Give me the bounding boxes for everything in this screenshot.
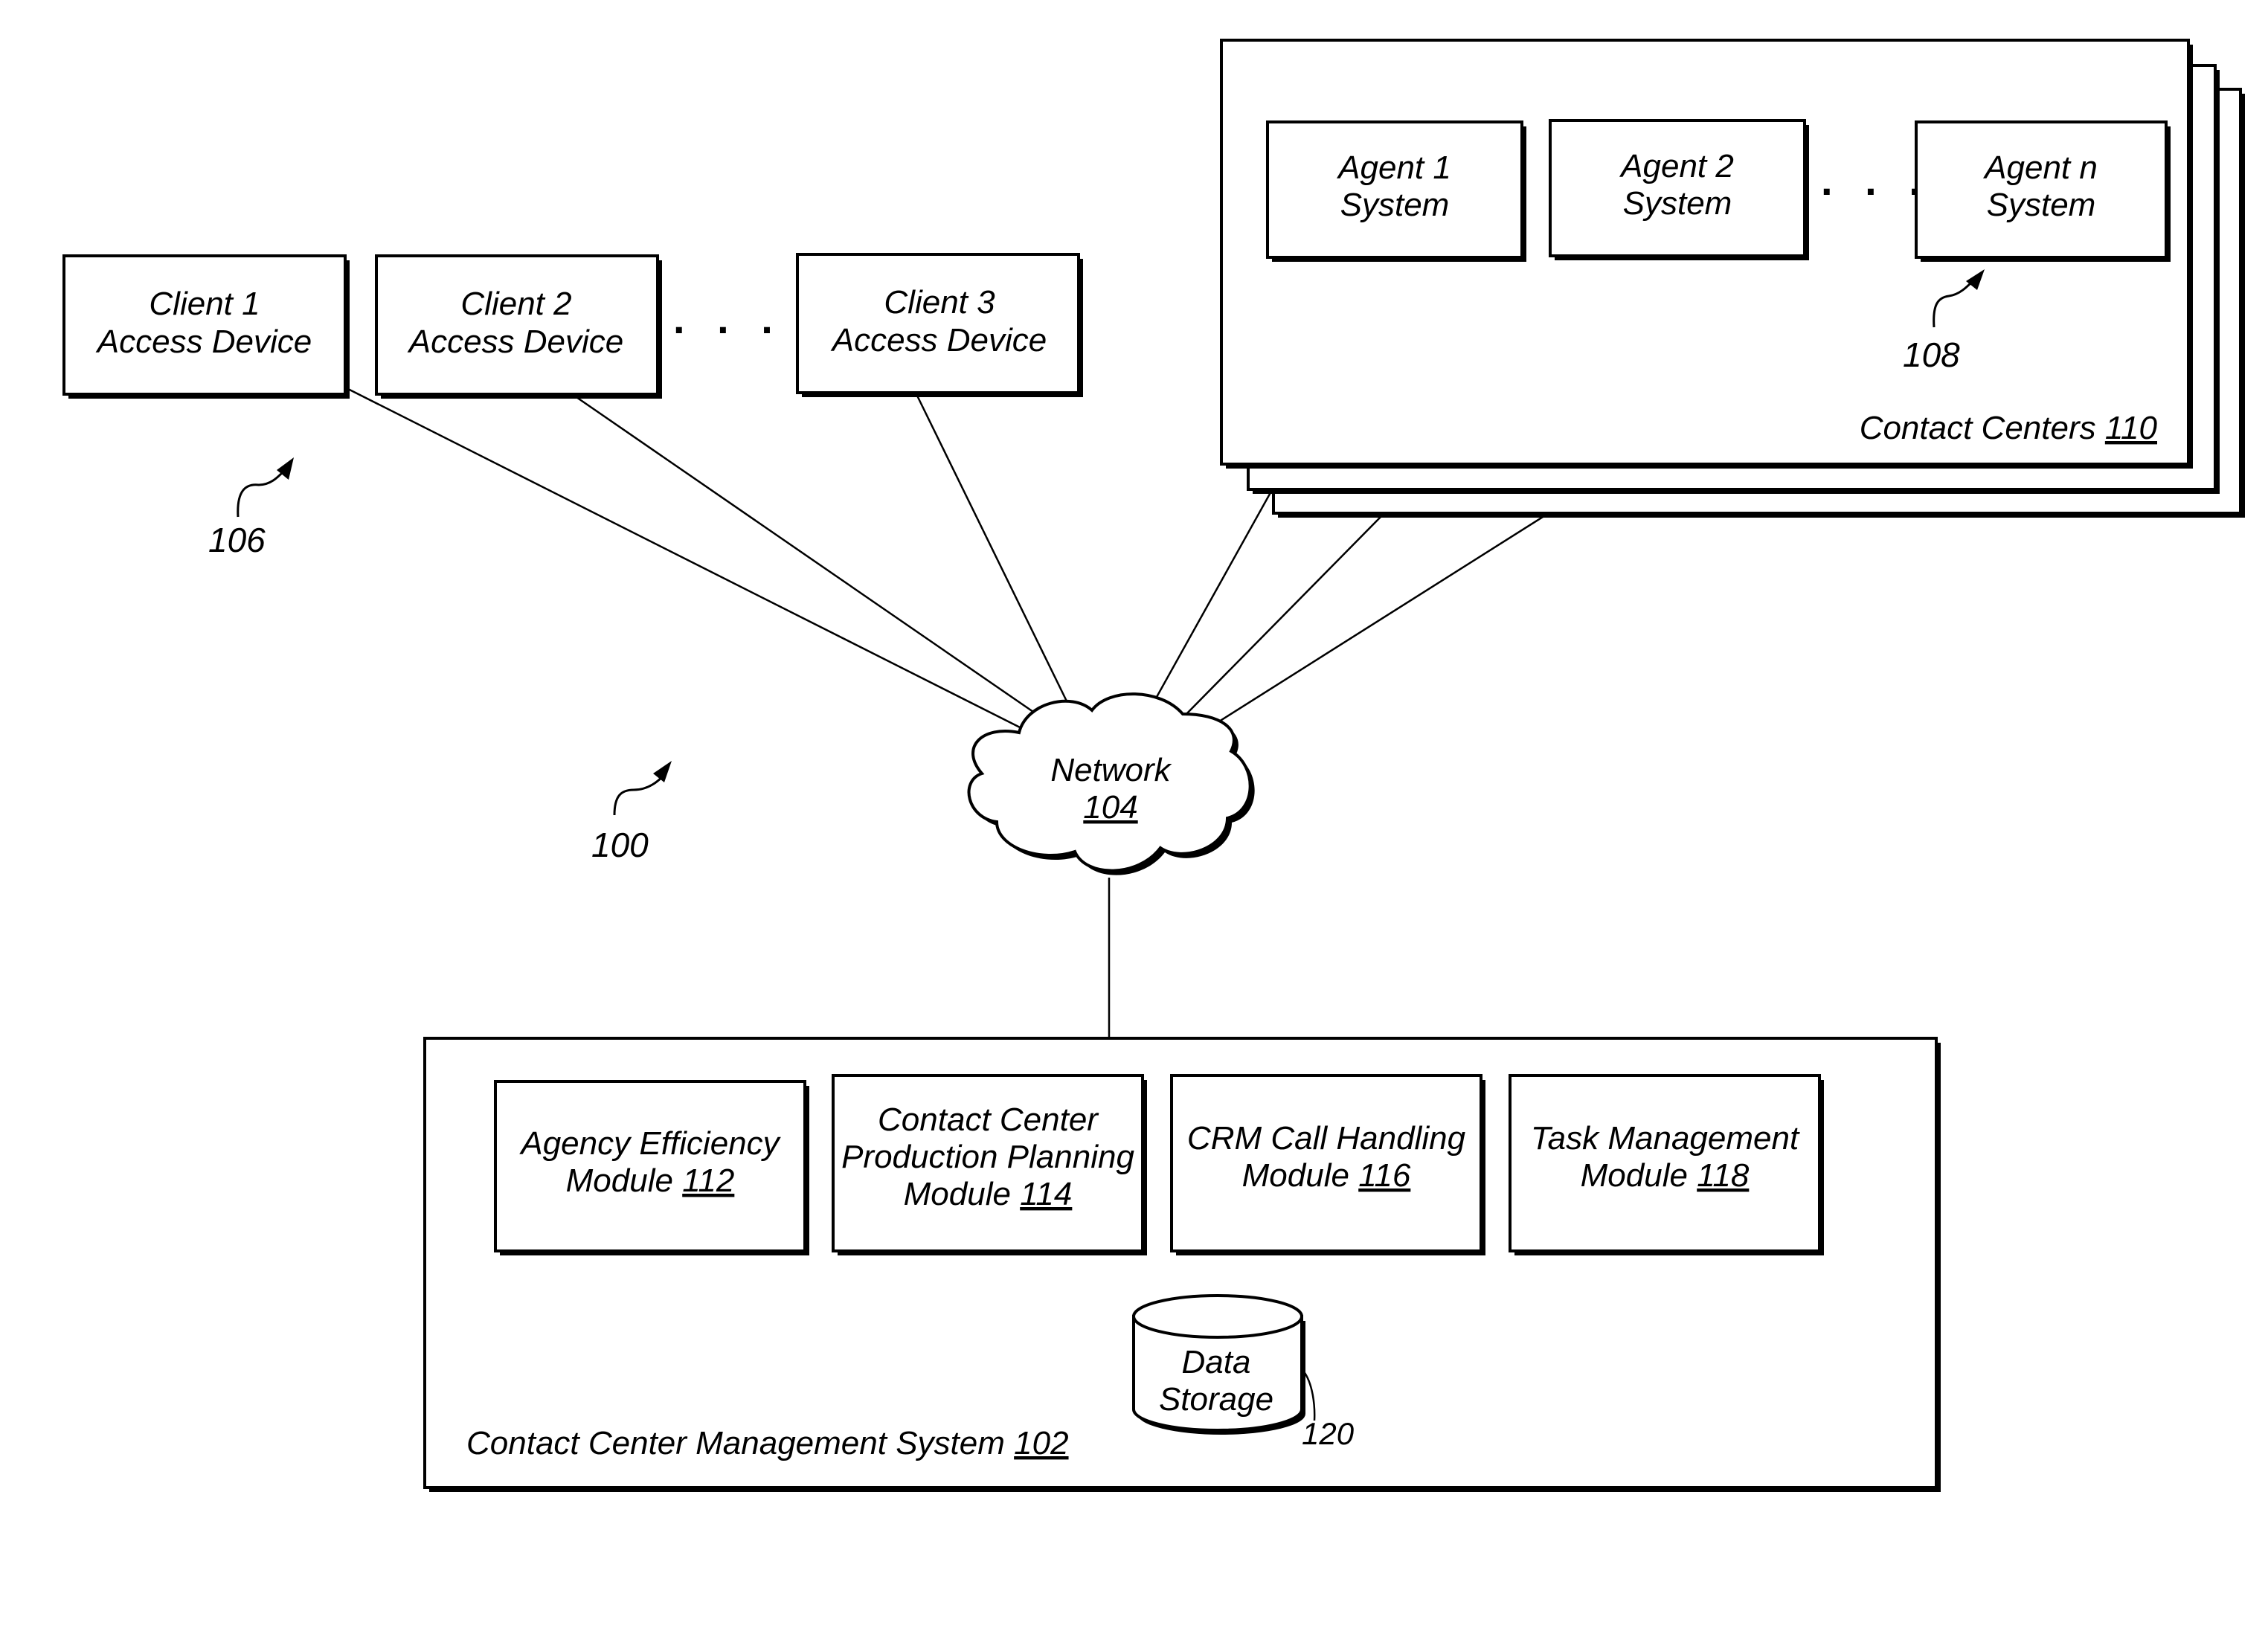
client-3-subtitle: Access Device	[830, 322, 1047, 358]
agent-n-subtitle: System	[1987, 187, 2096, 223]
client-2-title: Client 2	[460, 286, 571, 322]
client-1-subtitle: Access Device	[95, 324, 312, 360]
client-1-title: Client 1	[149, 286, 260, 322]
module-112-line2: Module 112	[566, 1162, 735, 1199]
agents-ellipsis: . . .	[1821, 157, 1931, 204]
module-114-line2: Production Planning	[841, 1139, 1134, 1175]
agent-n-title: Agent n	[1982, 149, 2098, 186]
agent-2-title: Agent 2	[1619, 148, 1734, 184]
clients-ref-number: 106	[208, 521, 266, 559]
network-ref-number: 104	[1083, 789, 1137, 826]
arrowhead-icon	[653, 761, 672, 782]
module-118-line2: Module 118	[1581, 1157, 1750, 1194]
data-storage-line1: Data	[1182, 1344, 1251, 1380]
system-diagram: Client 1 Access Device Client 2 Access D…	[62, 39, 2245, 1492]
client-access-device-3: Client 3 Access Device	[796, 253, 1083, 397]
module-114-line1: Contact Center	[878, 1101, 1099, 1138]
module-crm-call-handling: CRM Call Handling Module 116	[1170, 1074, 1485, 1255]
system-ref-number: 100	[591, 826, 649, 864]
client-access-device-2: Client 2 Access Device	[375, 254, 662, 399]
module-116-line1: CRM Call Handling	[1187, 1120, 1466, 1157]
agent-1-title: Agent 1	[1336, 149, 1451, 186]
network-cloud: Network 104	[967, 692, 1255, 875]
network-label: Network	[1050, 752, 1172, 788]
ref-arrow-106	[237, 467, 288, 518]
data-storage-ref-number: 120	[1302, 1416, 1355, 1451]
agent-system-2: Agent 2 System	[1549, 119, 1809, 260]
link-client2-network	[574, 394, 1053, 727]
module-112-line1: Agency Efficiency	[518, 1125, 781, 1162]
link-client3-network	[916, 395, 1073, 711]
client-access-device-1: Client 1 Access Device	[62, 254, 350, 399]
clients-ellipsis: . . .	[673, 295, 783, 342]
module-production-planning: Contact Center Production Planning Modul…	[832, 1074, 1147, 1255]
module-agency-efficiency: Agency Efficiency Module 112	[494, 1080, 809, 1255]
agent-2-subtitle: System	[1623, 185, 1732, 222]
client-2-subtitle: Access Device	[407, 324, 624, 360]
contact-centers: Agent 1 System Agent 2 System . . . Agen…	[1220, 39, 2245, 518]
module-116-line2: Module 116	[1242, 1157, 1411, 1194]
module-task-management: Task Management Module 118	[1509, 1074, 1824, 1255]
system-reference: 100	[591, 761, 672, 864]
agent-system-n: Agent n System	[1915, 120, 2171, 262]
link-client1-network	[346, 387, 1031, 734]
contact-centers-label: Contact Centers 110	[1860, 410, 2158, 446]
module-114-line3: Module 114	[904, 1176, 1073, 1212]
module-118-line1: Task Management	[1531, 1120, 1800, 1157]
ref-arrow-100	[613, 773, 666, 816]
management-system-label: Contact Center Management System 102	[466, 1425, 1069, 1461]
agent-1-subtitle: System	[1340, 187, 1450, 223]
data-storage-line2: Storage	[1159, 1381, 1273, 1418]
contact-center-management-system: Agency Efficiency Module 112 Contact Cen…	[423, 1037, 1941, 1492]
client-3-title: Client 3	[884, 284, 995, 321]
clients-reference: 106	[208, 457, 294, 559]
agents-ref-number: 108	[1903, 335, 1960, 374]
agent-system-1: Agent 1 System	[1266, 120, 1526, 262]
